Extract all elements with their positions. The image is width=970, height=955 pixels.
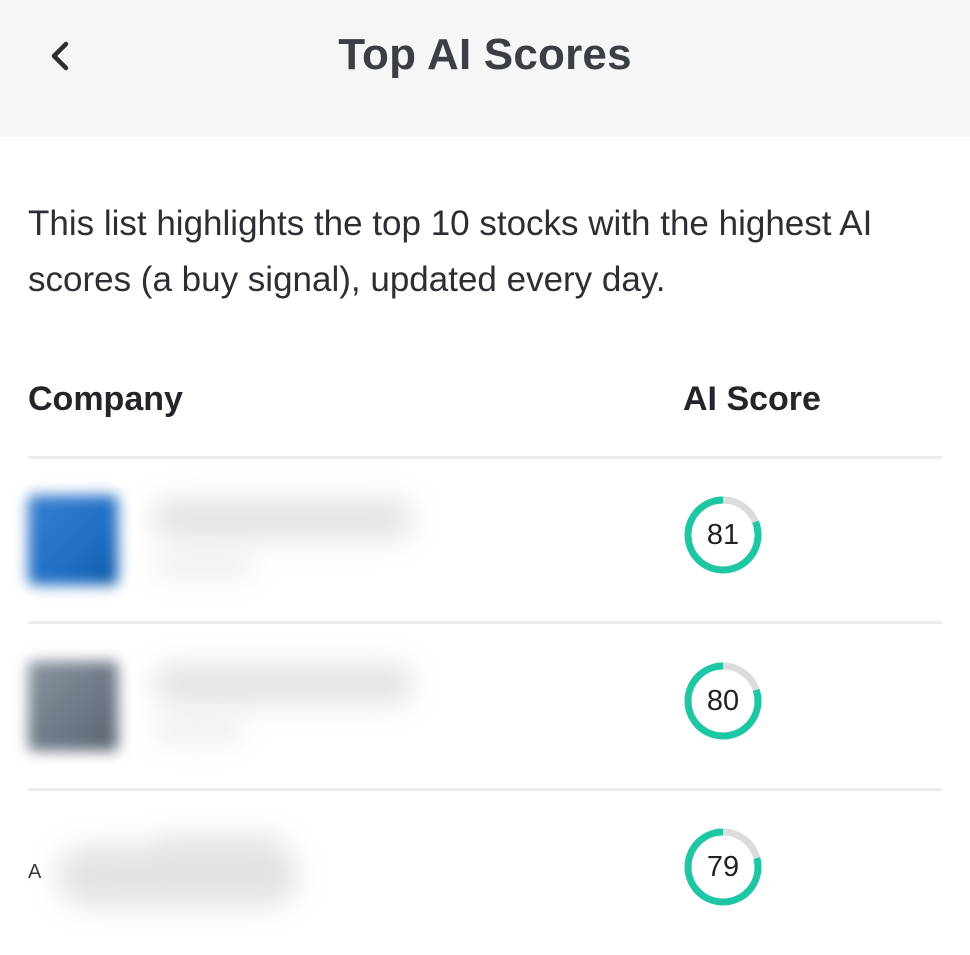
stock-row[interactable]: 81 xyxy=(28,459,942,623)
list-description: This list highlights the top 10 stocks w… xyxy=(28,204,873,299)
ai-score-badge: 79 xyxy=(682,826,764,908)
company-ticker-redacted xyxy=(153,719,243,741)
company-ticker-redacted xyxy=(153,554,253,576)
ai-score-value: 80 xyxy=(706,685,740,717)
stock-row[interactable]: A 79 xyxy=(28,791,942,955)
company-logo xyxy=(28,661,118,751)
top-bar: Top AI Scores xyxy=(0,0,970,137)
column-header-company: Company xyxy=(28,380,183,418)
page-title: Top AI Scores xyxy=(338,30,632,79)
company-name-redacted xyxy=(153,664,413,704)
company-logo: A xyxy=(28,861,42,883)
column-header-ai-score: AI Score xyxy=(683,380,821,418)
company-ticker-redacted xyxy=(153,836,283,858)
company-name-redacted xyxy=(153,499,413,539)
ai-score-badge: 81 xyxy=(682,494,764,576)
ai-score-value: 79 xyxy=(706,851,740,883)
company-logo xyxy=(28,495,118,585)
ai-score-badge: 80 xyxy=(682,660,764,742)
ai-score-value: 81 xyxy=(706,519,740,551)
stock-row[interactable]: 80 xyxy=(28,624,942,788)
